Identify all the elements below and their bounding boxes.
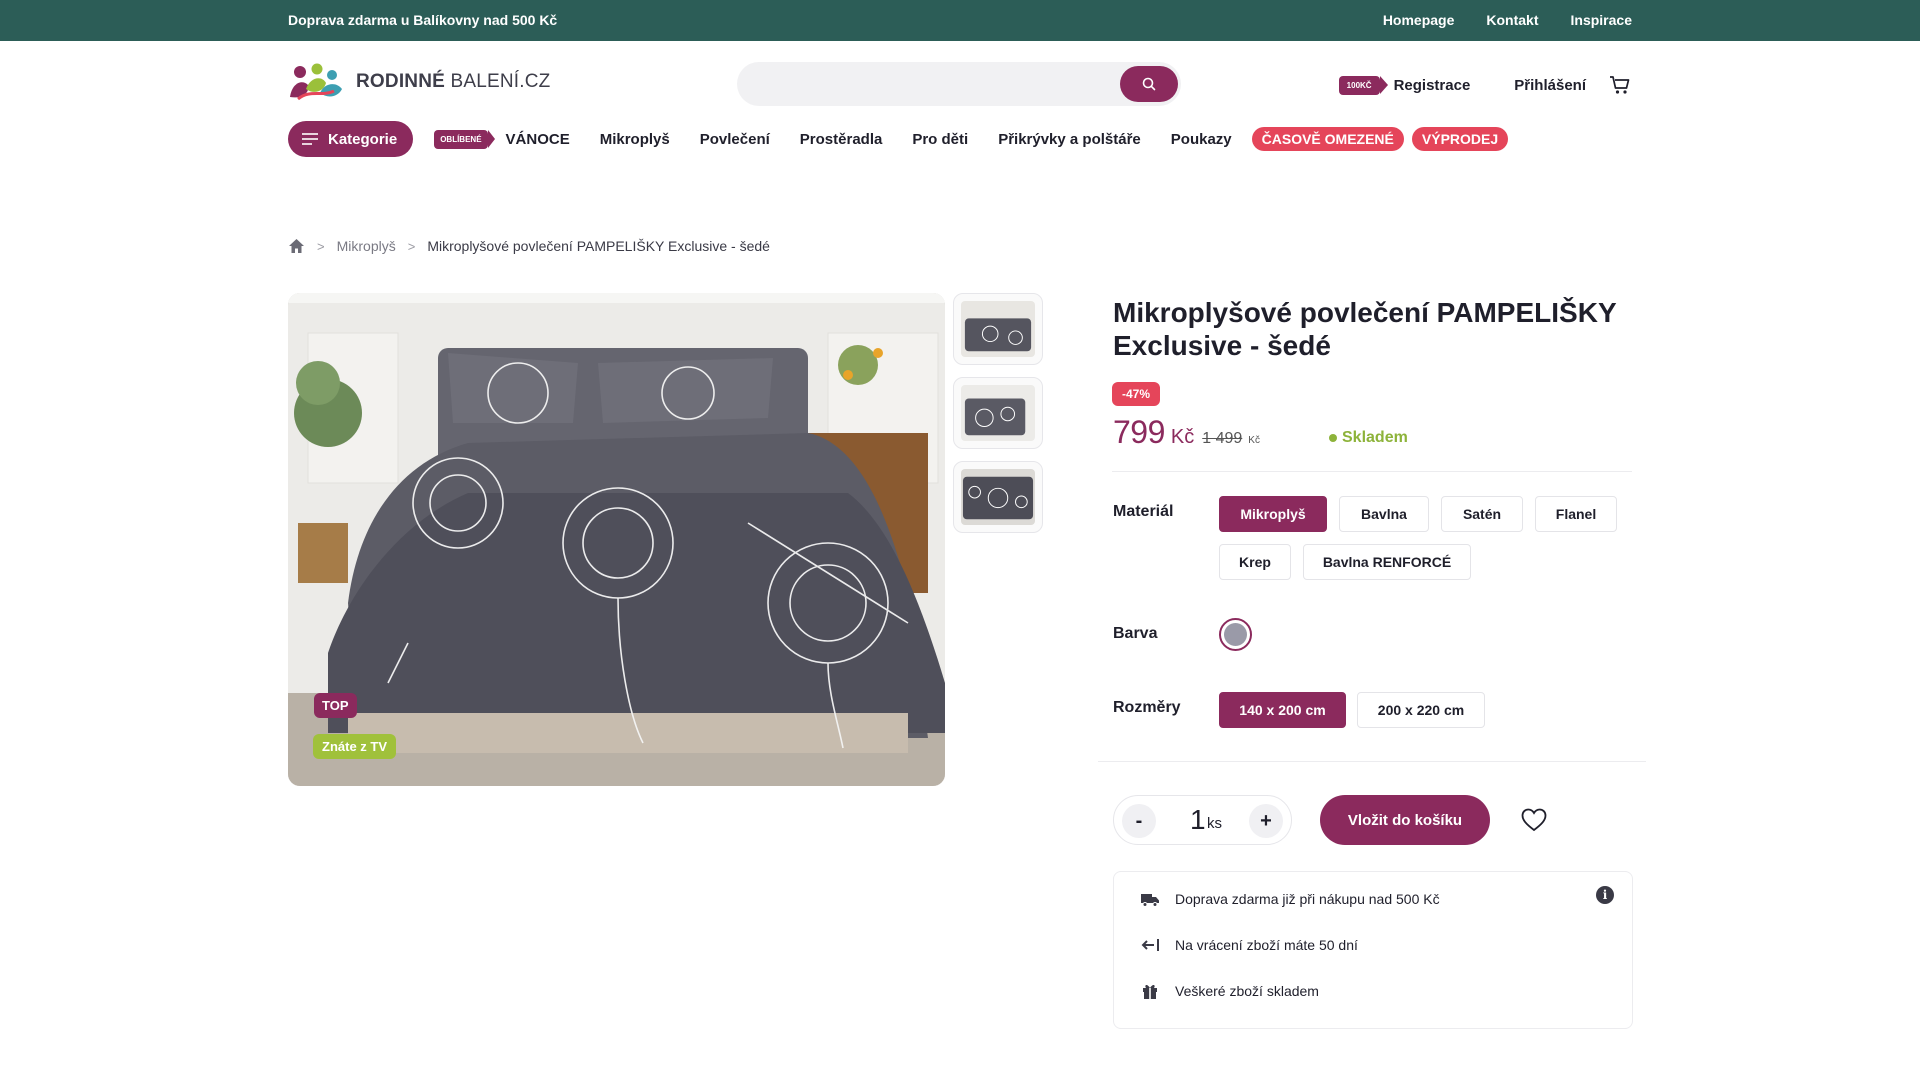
divider — [1098, 761, 1646, 762]
search-input[interactable] — [759, 72, 1089, 96]
thumbnail-2[interactable] — [953, 377, 1043, 449]
product-title: Mikroplyšové povlečení PAMPELIŠKY Exclus… — [1113, 297, 1617, 361]
material-option-mikroplys[interactable]: Mikroplyš — [1219, 496, 1327, 532]
breadcrumb-category[interactable]: Mikroplyš — [337, 238, 396, 254]
nav-item-vanoce[interactable]: VÁNOCE — [506, 131, 570, 148]
thumbnail-1[interactable] — [953, 293, 1043, 365]
material-label: Materiál — [1113, 503, 1174, 520]
material-option-bavlna[interactable]: Bavlna — [1339, 496, 1429, 532]
quantity-decrease-button[interactable]: - — [1122, 804, 1156, 838]
size-option-140x200[interactable]: 140 x 200 cm — [1219, 692, 1346, 728]
nav-item-limited[interactable]: ČASOVĚ OMEZENÉ — [1251, 127, 1404, 151]
home-icon[interactable] — [288, 238, 305, 254]
color-swatch-grey[interactable] — [1219, 618, 1252, 651]
stock-label: Skladem — [1342, 429, 1408, 446]
nav-item-pro-deti[interactable]: Pro děti — [912, 131, 968, 148]
homepage-link[interactable]: Homepage — [1383, 12, 1455, 28]
bedding-photo — [288, 293, 945, 786]
info-row-stock: Veškeré zboží skladem — [1140, 981, 1319, 1001]
main-product-image[interactable]: TOP Znáte z TV — [288, 293, 945, 786]
nav-item-prosteradla[interactable]: Prostěradla — [800, 131, 883, 148]
menu-icon — [302, 133, 318, 145]
quantity-value[interactable]: 1 — [1190, 804, 1206, 836]
info-row-shipping: Doprava zdarma již při nákupu nad 500 Kč — [1140, 889, 1440, 909]
main-nav: Kategorie OBLÍBENÉ VÁNOCE Mikroplyš Povl… — [288, 121, 1516, 157]
login-link[interactable]: Přihlášení — [1514, 77, 1586, 94]
thumbnail-image — [961, 301, 1035, 357]
info-icon[interactable]: i — [1596, 886, 1614, 904]
nav-item-mikroplys[interactable]: Mikroplyš — [600, 131, 670, 148]
register-link[interactable]: Registrace — [1394, 77, 1471, 94]
search-bar — [737, 62, 1181, 106]
top-tag: TOP — [314, 693, 357, 718]
cart-button[interactable] — [1608, 73, 1632, 97]
heart-icon — [1521, 808, 1547, 832]
price-block: 799 Kč 1 499 Kč — [1113, 414, 1260, 451]
quantity-unit: ks — [1207, 815, 1222, 832]
size-option-200x220[interactable]: 200 x 220 cm — [1357, 692, 1485, 728]
divider — [1112, 471, 1632, 472]
material-option-bavlna-renforce[interactable]: Bavlna RENFORCÉ — [1303, 544, 1471, 580]
categories-label: Kategorie — [328, 130, 398, 148]
current-currency: Kč — [1170, 426, 1195, 448]
material-option-saten[interactable]: Satén — [1441, 496, 1523, 532]
add-to-cart-button[interactable]: Vložit do košíku — [1320, 795, 1490, 845]
color-fill — [1224, 623, 1247, 646]
quantity-stepper: - 1 ks + — [1113, 795, 1292, 845]
tv-tag: Znáte z TV — [313, 734, 397, 759]
breadcrumb: > Mikroplyš > Mikroplyšové povlečení PAM… — [288, 238, 770, 254]
top-links: Homepage Kontakt Inspirace — [1383, 12, 1632, 28]
old-price: 1 499 — [1202, 430, 1243, 447]
thumbnail-image — [961, 385, 1035, 441]
user-area: 100KČ Registrace Přihlášení — [1338, 72, 1632, 98]
nav-item-povleceni[interactable]: Povlečení — [700, 131, 770, 148]
contact-link[interactable]: Kontakt — [1486, 12, 1538, 28]
truck-icon — [1140, 889, 1160, 909]
wishlist-button[interactable] — [1519, 806, 1549, 834]
thumbnail-list — [953, 293, 1043, 533]
gift-icon — [1140, 981, 1160, 1001]
current-price: 799 — [1113, 414, 1165, 450]
nav-item-sale[interactable]: VÝPRODEJ — [1411, 127, 1509, 151]
info-text: Doprava zdarma již při nákupu nad 500 Kč — [1175, 891, 1440, 907]
stock-dot-icon — [1329, 434, 1337, 442]
info-text: Na vrácení zboží máte 50 dní — [1175, 937, 1358, 953]
logo-text: RODINNÉ BALENÍ.CZ — [356, 71, 551, 92]
return-arrow-icon — [1140, 935, 1160, 955]
favorite-badge: OBLÍBENÉ — [434, 129, 495, 149]
material-option-krep[interactable]: Krep — [1219, 544, 1291, 580]
cart-icon — [1610, 76, 1630, 94]
stock-status: Skladem — [1329, 429, 1408, 447]
bonus-badge: 100KČ — [1338, 75, 1388, 95]
info-text: Veškeré zboží skladem — [1175, 983, 1319, 999]
search-icon — [1142, 77, 1156, 91]
search-button[interactable] — [1120, 66, 1178, 102]
quantity-increase-button[interactable]: + — [1249, 804, 1283, 838]
size-label: Rozměry — [1113, 699, 1181, 716]
thumbnail-image — [961, 469, 1035, 525]
site-logo[interactable]: RODINNÉ BALENÍ.CZ — [288, 62, 551, 102]
delivery-info-box: i Doprava zdarma již při nákupu nad 500 … — [1113, 871, 1633, 1029]
info-row-returns: Na vrácení zboží máte 50 dní — [1140, 935, 1358, 955]
breadcrumb-separator: > — [317, 238, 325, 254]
color-label: Barva — [1113, 625, 1158, 642]
nav-item-prikryvky[interactable]: Přikrývky a polštáře — [998, 131, 1141, 148]
categories-button[interactable]: Kategorie — [288, 121, 414, 157]
old-currency: Kč — [1248, 435, 1260, 446]
nav-item-poukazy[interactable]: Poukazy — [1171, 131, 1232, 148]
material-option-flanel[interactable]: Flanel — [1535, 496, 1617, 532]
top-bar: Doprava zdarma u Balíkovny nad 500 Kč Ho… — [0, 0, 1920, 41]
breadcrumb-separator: > — [407, 238, 416, 254]
logo-figures-icon — [290, 63, 342, 101]
discount-badge: -47% — [1112, 382, 1161, 406]
thumbnail-3[interactable] — [953, 461, 1043, 533]
shipping-promo: Doprava zdarma u Balíkovny nad 500 Kč — [288, 12, 558, 28]
inspiration-link[interactable]: Inspirace — [1571, 12, 1632, 28]
breadcrumb-current: Mikroplyšové povlečení PAMPELIŠKY Exclus… — [427, 238, 770, 254]
